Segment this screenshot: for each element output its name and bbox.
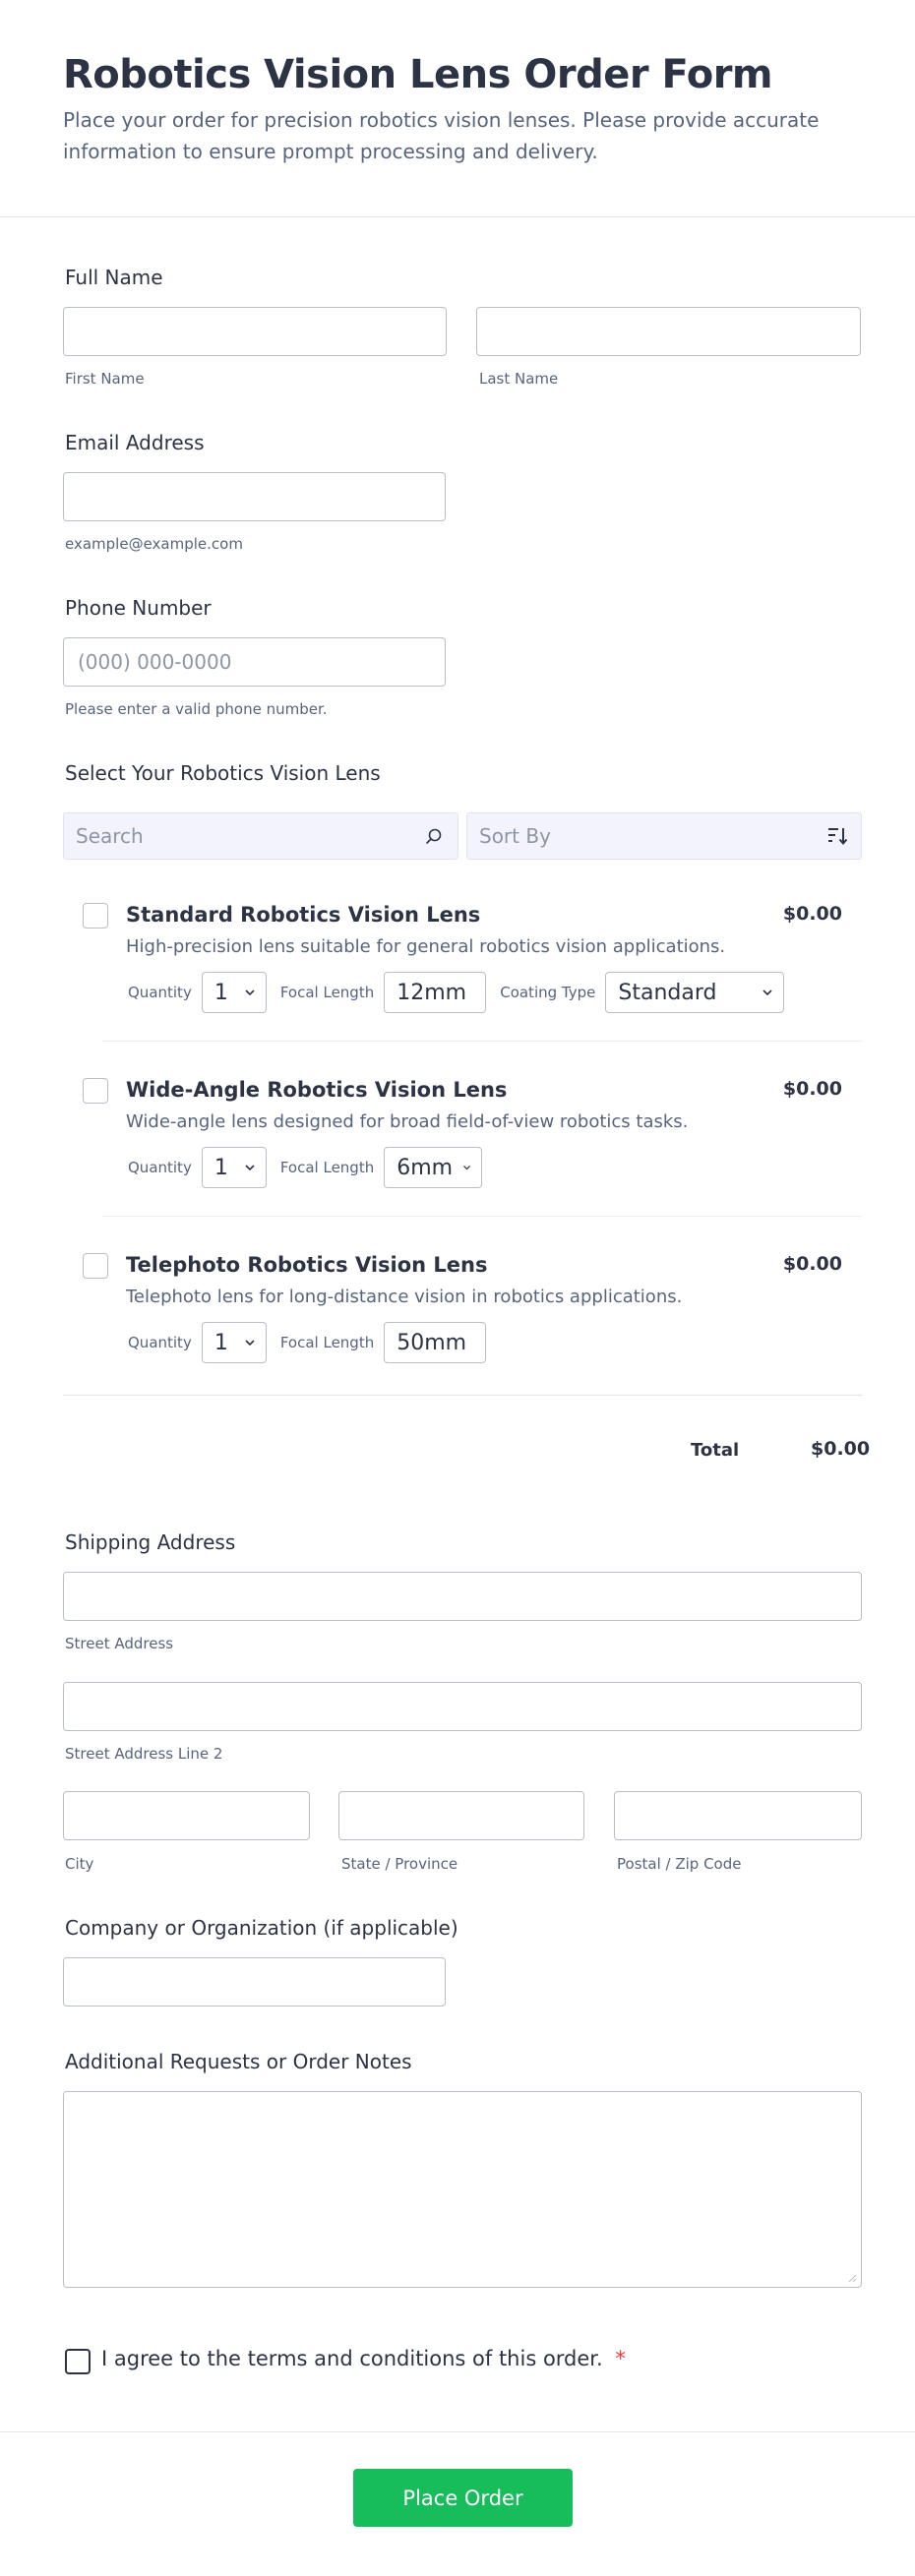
state-input[interactable]: [338, 1791, 584, 1840]
phone-input[interactable]: (000) 000-0000: [63, 637, 446, 687]
total-value: $0.00: [811, 1438, 871, 1460]
quantity-value: 1: [214, 980, 228, 1005]
chevron-down-icon: [245, 1340, 255, 1347]
product-checkbox[interactable]: [83, 903, 108, 929]
chevron-down-icon: [245, 1165, 255, 1171]
focal-length-label: Focal Length: [279, 984, 375, 1001]
phone-sublabel: Please enter a valid phone number.: [65, 700, 328, 718]
quantity-select[interactable]: 1: [201, 1147, 267, 1188]
total-label: Total: [691, 1440, 740, 1461]
footer-divider: [0, 2431, 915, 2432]
last-name-input[interactable]: [476, 307, 861, 356]
chevron-down-icon: [245, 989, 255, 996]
product-price: $0.00: [782, 1078, 842, 1100]
company-label: Company or Organization (if applicable): [65, 1916, 458, 1940]
street-address-sublabel: Street Address: [65, 1635, 174, 1652]
shipping-label: Shipping Address: [65, 1530, 236, 1554]
quantity-select[interactable]: 1: [201, 972, 267, 1013]
terms-checkbox[interactable]: [65, 2349, 91, 2374]
focal-length-value: 6mm: [396, 1155, 454, 1180]
coating-type-value: Standard: [618, 980, 717, 1005]
quantity-label: Quantity: [128, 984, 192, 1001]
focal-length-select[interactable]: 6mm: [384, 1147, 483, 1188]
product-checkbox[interactable]: [83, 1078, 108, 1104]
coating-type-select[interactable]: Standard: [605, 972, 785, 1013]
first-name-sublabel: First Name: [65, 370, 145, 388]
state-sublabel: State / Province: [341, 1855, 458, 1873]
product-divider: [102, 1041, 862, 1042]
phone-label: Phone Number: [65, 596, 212, 620]
quantity-value: 1: [214, 1330, 228, 1355]
notes-textarea[interactable]: [63, 2091, 862, 2288]
email-input[interactable]: [63, 472, 446, 521]
notes-label: Additional Requests or Order Notes: [65, 2050, 412, 2073]
focal-length-label: Focal Length: [279, 1334, 375, 1351]
product-options: Quantity 1 Focal Length 6mm: [128, 1147, 496, 1188]
product-description: Wide-angle lens designed for broad field…: [126, 1111, 689, 1132]
product-options: Quantity 1 Focal Length 50mm: [128, 1322, 500, 1363]
focal-length-value: 12mm: [396, 980, 467, 1005]
product-description: Telephoto lens for long-distance vision …: [126, 1287, 683, 1307]
product-divider: [102, 1216, 862, 1217]
page-title: Robotics Vision Lens Order Form: [63, 52, 773, 97]
product-options: Quantity 1 Focal Length 12mm Coating Typ…: [128, 972, 798, 1013]
form-header: Robotics Vision Lens Order Form Place yo…: [0, 0, 915, 217]
search-icon: [422, 824, 446, 848]
company-input[interactable]: [63, 1957, 446, 2007]
products-label: Select Your Robotics Vision Lens: [65, 761, 381, 785]
sort-icon: [825, 824, 849, 848]
search-placeholder: Search: [76, 824, 144, 848]
street-address-input[interactable]: [63, 1572, 862, 1621]
chevron-down-icon: [463, 1166, 471, 1170]
city-input[interactable]: [63, 1791, 310, 1840]
quantity-label: Quantity: [128, 1334, 192, 1351]
full-name-label: Full Name: [65, 266, 163, 289]
chevron-down-icon: [762, 989, 772, 996]
first-name-input[interactable]: [63, 307, 447, 356]
product-checkbox[interactable]: [83, 1253, 108, 1279]
product-price: $0.00: [782, 903, 842, 925]
product-name: Wide-Angle Robotics Vision Lens: [126, 1078, 508, 1102]
products-total-divider: [63, 1395, 862, 1396]
focal-length-select[interactable]: 50mm: [384, 1322, 487, 1363]
coating-type-label: Coating Type: [500, 984, 596, 1001]
resize-handle-icon[interactable]: [847, 2273, 857, 2283]
place-order-button[interactable]: Place Order: [353, 2469, 573, 2527]
street-address-line2-input[interactable]: [63, 1682, 862, 1731]
product-description: High-precision lens suitable for general…: [126, 936, 726, 957]
quantity-label: Quantity: [128, 1159, 192, 1176]
product-price: $0.00: [782, 1253, 842, 1275]
terms-text: I agree to the terms and conditions of t…: [101, 2347, 603, 2370]
focal-length-label: Focal Length: [279, 1159, 375, 1176]
product-item-telephoto: Telephoto Robotics Vision Lens Telephoto…: [63, 1253, 862, 1391]
product-item-standard: Standard Robotics Vision Lens High-preci…: [63, 903, 862, 1041]
page-subtitle: Place your order for precision robotics …: [63, 108, 820, 163]
product-name: Standard Robotics Vision Lens: [126, 903, 481, 927]
city-sublabel: City: [65, 1855, 94, 1873]
product-sort-select[interactable]: Sort By: [466, 812, 862, 860]
street-address-line2-sublabel: Street Address Line 2: [65, 1745, 223, 1763]
sort-placeholder: Sort By: [479, 824, 551, 848]
quantity-select[interactable]: 1: [201, 1322, 267, 1363]
email-sublabel: example@example.com: [65, 535, 243, 553]
product-search-input[interactable]: Search: [63, 812, 458, 860]
email-label: Email Address: [65, 431, 205, 454]
last-name-sublabel: Last Name: [479, 370, 559, 388]
required-mark: *: [615, 2347, 626, 2370]
zip-sublabel: Postal / Zip Code: [617, 1855, 742, 1873]
focal-length-value: 50mm: [396, 1330, 467, 1355]
zip-input[interactable]: [614, 1791, 862, 1840]
quantity-value: 1: [214, 1155, 228, 1180]
product-name: Telephoto Robotics Vision Lens: [126, 1253, 488, 1277]
focal-length-select[interactable]: 12mm: [384, 972, 487, 1013]
product-item-wide-angle: Wide-Angle Robotics Vision Lens Wide-ang…: [63, 1078, 862, 1216]
terms-label[interactable]: I agree to the terms and conditions of t…: [101, 2347, 626, 2370]
